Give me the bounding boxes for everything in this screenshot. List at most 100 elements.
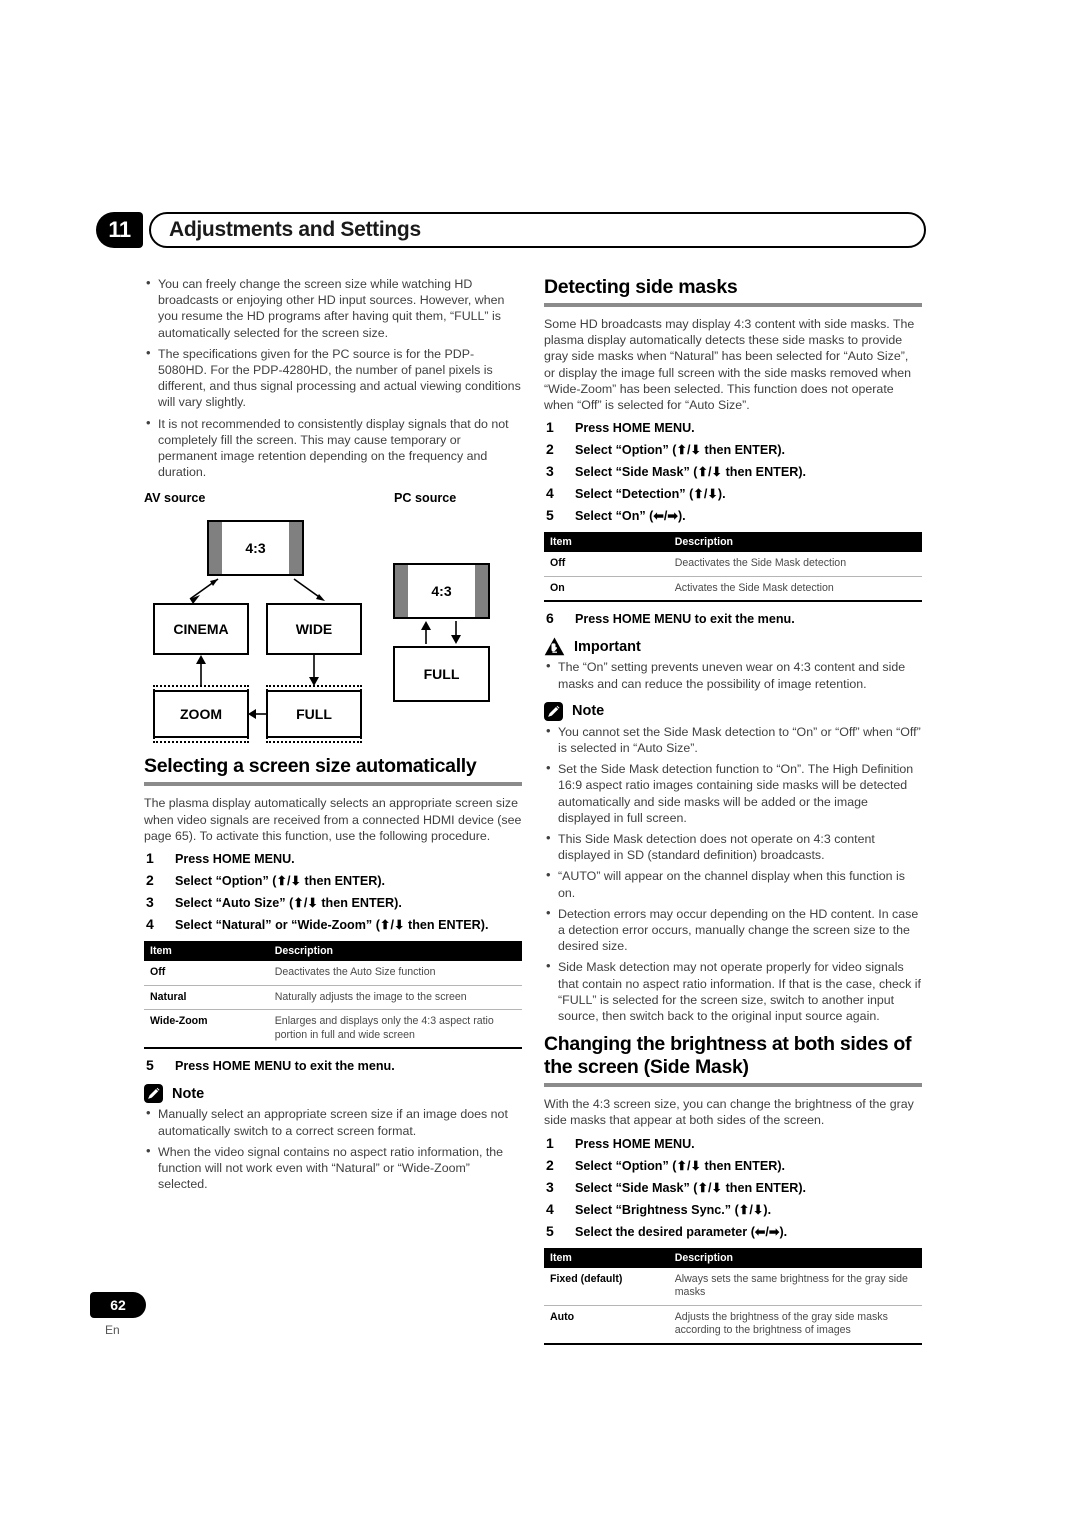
important-bullet-list: The “On” setting prevents uneven wear on… xyxy=(544,658,922,691)
table-cell-description: Deactivates the Auto Size function xyxy=(268,961,522,986)
table-row: On Activates the Side Mask detection xyxy=(544,576,922,603)
table-cell-description: Enlarges and displays only the 4:3 aspec… xyxy=(268,1009,522,1050)
chapter-title: Adjustments and Settings xyxy=(149,212,926,248)
list-item: It is not recommended to consistently di… xyxy=(144,415,522,481)
table-cell-description: Always sets the same brightness for the … xyxy=(668,1267,922,1306)
section-divider xyxy=(544,1083,922,1088)
step-text: Select “Option” (⬆/⬇ then ENTER). xyxy=(575,1158,786,1173)
step-text: Press HOME MENU to exit the menu. xyxy=(575,612,795,627)
step-number: 3 xyxy=(546,463,554,480)
list-item: Manually select an appropriate screen si… xyxy=(144,1105,522,1138)
note-callout-header: Note xyxy=(144,1084,522,1104)
table-cell-item: Natural xyxy=(144,985,269,1011)
table-header-item: Item xyxy=(544,532,669,553)
side-mask-steps: 1 Press HOME MENU. 2 Select “Option” (⬆/⬇ … xyxy=(544,419,922,524)
step-text: Select “Auto Size” (⬆/⬇ then ENTER). xyxy=(175,896,402,911)
step-number: 1 xyxy=(146,850,154,867)
arrow-pc-up-icon xyxy=(421,621,431,645)
chapter-number-badge: 11 xyxy=(96,212,143,248)
step-text: Press HOME MENU. xyxy=(175,852,295,867)
step-item: 2 Select “Option” (⬆/⬇ then ENTER). xyxy=(144,872,522,889)
step-item: 2 Select “Option” (⬆/⬇ then ENTER). xyxy=(544,1156,922,1174)
list-item: Side Mask detection may not operate prop… xyxy=(544,958,922,1024)
side-mask-left xyxy=(209,522,222,575)
note-callout-left: Note Manually select an appropriate scre… xyxy=(144,1084,522,1192)
manual-page: 11 Adjustments and Settings You can free… xyxy=(0,0,1080,1528)
brightness-steps: 1 Press HOME MENU. 2 Select “Option” (⬆/⬇ … xyxy=(544,1135,922,1240)
step-text: Select “Side Mask” (⬆/⬇ then ENTER). xyxy=(575,465,807,480)
table-header-row: Item Description xyxy=(144,941,522,962)
pc-ratio-label: 4:3 xyxy=(431,583,452,600)
list-item: You can freely change the screen size wh… xyxy=(144,275,522,341)
table-header-description: Description xyxy=(268,941,522,962)
wide-label: WIDE xyxy=(295,621,333,638)
table-row: Off Deactivates the Auto Size function xyxy=(144,961,522,986)
table-header-item: Item xyxy=(544,1247,669,1268)
list-item: This Side Mask detection does not operat… xyxy=(544,830,922,863)
step-text: Select “Option” (⬆/⬇ then ENTER). xyxy=(575,443,786,458)
step-number: 4 xyxy=(146,916,154,933)
table-cell-description: Activates the Side Mask detection xyxy=(668,576,922,603)
table-header-description: Description xyxy=(668,532,922,553)
step-number: 2 xyxy=(546,441,554,458)
step-number: 6 xyxy=(546,610,554,627)
step-text: Select the desired parameter (⬅/➡). xyxy=(575,1224,788,1239)
list-item: Set the Side Mask detection function to … xyxy=(544,760,922,826)
step-item: 5 Select “On” (⬅/➡). xyxy=(544,507,922,524)
section-divider xyxy=(144,782,522,787)
table-cell-item: Off xyxy=(544,552,669,577)
table-cell-description: Deactivates the Side Mask detection xyxy=(668,552,922,577)
step-number: 3 xyxy=(546,1178,554,1195)
note-label: Note xyxy=(572,703,605,720)
arrow-wide-to-full-icon xyxy=(309,655,319,687)
brightness-sync-table: Item Description Fixed (default) Always … xyxy=(544,1247,922,1346)
step-item: 1 Press HOME MENU. xyxy=(544,1135,922,1152)
step-number: 2 xyxy=(146,872,154,889)
table-cell-item: Auto xyxy=(544,1305,669,1346)
side-mask-final-step: 6 Press HOME MENU to exit the menu. xyxy=(544,610,922,627)
side-mask-right xyxy=(475,565,488,618)
screen-size-diagram: AV source PC source 4:3 CINEMA WIDE ZOOM… xyxy=(144,485,522,755)
list-item: “AUTO” will appear on the channel displa… xyxy=(544,867,922,900)
table-header-item: Item xyxy=(144,941,269,962)
table-header-row: Item Description xyxy=(544,1247,922,1268)
pc-source-label: PC source xyxy=(394,491,457,506)
arrow-to-cinema-icon xyxy=(189,578,219,605)
zoom-box: ZOOM xyxy=(153,690,249,739)
step-text: Select “Natural” or “Wide-Zoom” (⬆/⬇ the… xyxy=(175,918,489,933)
step-number: 2 xyxy=(546,1156,554,1173)
note-callout-right: Note You cannot set the Side Mask detect… xyxy=(544,701,922,1024)
step-item: 3 Select “Auto Size” (⬆/⬇ then ENTER). xyxy=(144,894,522,911)
step-number: 3 xyxy=(146,894,154,911)
table-row: Natural Naturally adjusts the image to t… xyxy=(144,985,522,1011)
table-row: Off Deactivates the Side Mask detection xyxy=(544,552,922,577)
table-cell-item: Fixed (default) xyxy=(544,1267,669,1306)
step-item: 4 Select “Detection” (⬆/⬇). xyxy=(544,485,922,502)
table-cell-description: Naturally adjusts the image to the scree… xyxy=(268,985,522,1011)
side-mask-left xyxy=(395,565,408,618)
table-header-row: Item Description xyxy=(544,532,922,553)
section-title-auto-size: Selecting a screen size automatically xyxy=(144,755,477,778)
step-number: 4 xyxy=(546,485,554,502)
av-ratio-box: 4:3 xyxy=(207,520,304,577)
cinema-label: CINEMA xyxy=(173,621,229,638)
table-row: Auto Adjusts the brightness of the gray … xyxy=(544,1305,922,1346)
note-callout-header: Note xyxy=(544,701,922,721)
note-label: Note xyxy=(172,1085,205,1102)
arrow-pc-down-icon xyxy=(451,621,461,645)
note-bullet-list: You cannot set the Side Mask detection t… xyxy=(544,723,922,1024)
step-text: Press HOME MENU to exit the menu. xyxy=(175,1059,395,1074)
step-item: 5 Press HOME MENU to exit the menu. xyxy=(144,1057,522,1074)
table-row: Wide-Zoom Enlarges and displays only the… xyxy=(144,1009,522,1050)
important-callout: Important The “On” setting prevents unev… xyxy=(544,637,922,691)
important-label: Important xyxy=(574,638,641,655)
step-number: 5 xyxy=(146,1057,154,1074)
pc-full-box: FULL xyxy=(393,646,490,703)
left-column: You can freely change the screen size wh… xyxy=(144,275,522,1197)
cinema-box: CINEMA xyxy=(153,603,249,656)
step-item: 6 Press HOME MENU to exit the menu. xyxy=(544,610,922,627)
side-mask-right xyxy=(289,522,302,575)
table-row: Fixed (default) Always sets the same bri… xyxy=(544,1267,922,1306)
list-item: Detection errors may occur depending on … xyxy=(544,905,922,955)
chapter-header: 11 Adjustments and Settings xyxy=(96,211,926,249)
